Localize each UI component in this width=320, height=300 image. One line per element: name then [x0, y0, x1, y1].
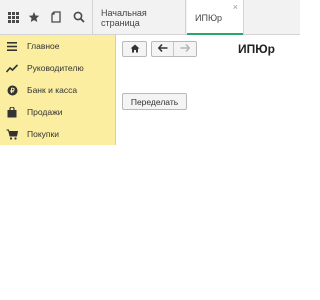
tab-label: Начальная страница	[101, 7, 147, 28]
sidebar-item-label: Покупки	[27, 129, 59, 139]
forward-button[interactable]	[174, 42, 196, 56]
arrow-right-icon	[180, 43, 191, 54]
history-icon[interactable]	[45, 0, 67, 34]
sidebar-item-label: Главное	[27, 41, 60, 51]
sidebar-item-label: Банк и касса	[27, 85, 78, 95]
home-icon	[130, 44, 140, 55]
home-button[interactable]	[122, 41, 147, 57]
close-icon[interactable]: ×	[233, 3, 238, 12]
change-button[interactable]: Переделать	[122, 93, 187, 110]
page-title: ИПЮр	[238, 42, 275, 56]
tab-home-page[interactable]: Начальная страница	[93, 0, 186, 35]
tab-label: ИПЮр	[195, 12, 223, 23]
sidebar-item-manager[interactable]: Руководителю	[0, 57, 115, 79]
menu-lines-icon	[6, 40, 18, 52]
sidebar-item-label: Руководителю	[27, 63, 84, 73]
arrow-left-icon	[157, 43, 168, 54]
top-bar: Начальная страница ИПЮр ×	[0, 0, 300, 35]
sidebar-item-purchases[interactable]: Покупки	[0, 123, 115, 145]
back-button[interactable]	[152, 42, 175, 56]
star-icon[interactable]	[23, 0, 45, 34]
coin-icon: ₽	[6, 84, 18, 96]
sidebar-item-sales[interactable]: Продажи	[0, 101, 115, 123]
shopping-cart-icon	[6, 128, 18, 140]
sales-bag-icon	[6, 106, 18, 118]
svg-text:₽: ₽	[10, 87, 15, 95]
sidebar-item-main[interactable]: Главное	[0, 35, 115, 57]
search-icon[interactable]	[68, 0, 90, 34]
tab-ipyur[interactable]: ИПЮр ×	[187, 0, 244, 35]
trend-chart-icon	[6, 62, 18, 74]
history-nav	[151, 41, 197, 57]
apps-grid-icon[interactable]	[2, 0, 24, 34]
sidebar: Главное Руководителю ₽ Банк и касса Прод…	[0, 35, 116, 145]
app-window: Начальная страница ИПЮр × Главное Руково…	[0, 0, 300, 300]
sidebar-item-label: Продажи	[27, 107, 63, 117]
sidebar-item-bank[interactable]: ₽ Банк и касса	[0, 79, 115, 101]
